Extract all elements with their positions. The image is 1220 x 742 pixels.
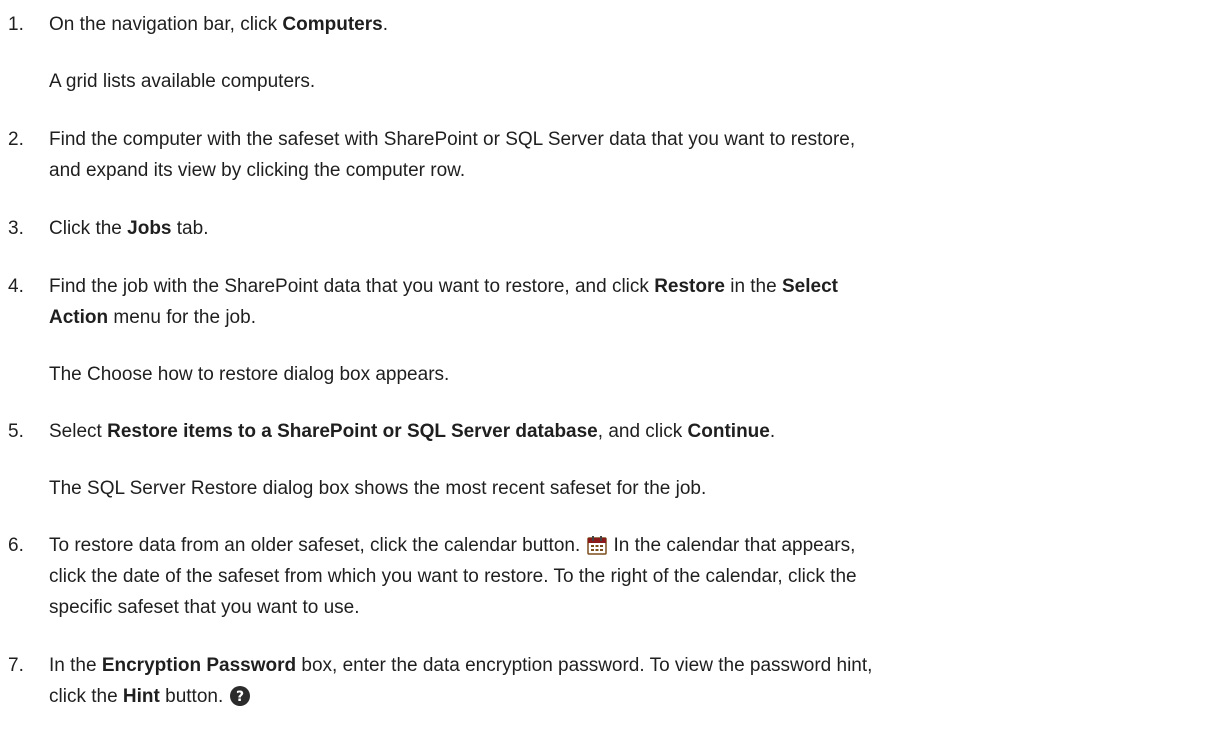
step-text: . xyxy=(382,14,388,35)
step-text: Select xyxy=(49,421,108,442)
step-text: , and click xyxy=(597,421,688,442)
step-number: 7. xyxy=(8,655,24,676)
ui-term-hint: Hint xyxy=(122,686,160,707)
step-text: Find the computer with the safeset with … xyxy=(49,129,856,150)
step-text: click the xyxy=(49,686,123,707)
step-text: specific safeset that you want to use. xyxy=(49,597,360,618)
step-text: menu for the job. xyxy=(108,307,256,328)
step-text: In the xyxy=(49,655,102,676)
result-text: The Choose how to restore dialog box app… xyxy=(49,364,450,385)
ui-term-action: Action xyxy=(49,307,109,328)
step-number: 4. xyxy=(8,276,24,297)
result-text: A grid lists available computers. xyxy=(49,71,316,92)
step-text: On the navigation bar, click xyxy=(49,14,283,35)
step-number: 6. xyxy=(8,535,24,556)
step-number: 5. xyxy=(8,421,24,442)
ui-term-restore-items: Restore items to a SharePoint or SQL Ser… xyxy=(107,421,598,442)
step-text: tab. xyxy=(171,218,209,239)
ui-term-computers: Computers xyxy=(282,14,383,35)
ui-term-restore: Restore xyxy=(654,276,725,297)
help-icon: ? xyxy=(229,685,251,717)
step-text: To restore data from an older safeset, c… xyxy=(49,535,581,556)
step-text: box, enter the data encryption password.… xyxy=(296,655,873,676)
step-number: 1. xyxy=(8,14,24,35)
result-text: The SQL Server Restore dialog box shows … xyxy=(49,478,707,499)
ui-term-continue: Continue xyxy=(687,421,770,442)
step-text: . xyxy=(769,421,776,442)
step-number: 2. xyxy=(8,129,24,150)
step-text: Find the job with the SharePoint data th… xyxy=(49,276,655,297)
step-text: Click the xyxy=(49,218,128,239)
step-text: button. xyxy=(159,686,224,707)
step-text: and expand its view by clicking the comp… xyxy=(49,160,466,181)
step-text: click the date of the safeset from which… xyxy=(49,566,857,587)
ui-term-select: Select xyxy=(781,276,838,297)
instructions-document: 1. On the navigation bar, click Computer… xyxy=(0,0,1220,742)
ui-term-jobs: Jobs xyxy=(127,218,172,239)
ui-term-encryption-password: Encryption Password xyxy=(101,655,297,676)
step-number: 3. xyxy=(8,218,24,239)
step-text: In the calendar that appears, xyxy=(613,535,856,556)
svg-text:?: ? xyxy=(236,689,244,705)
step-text: in the xyxy=(724,276,782,297)
